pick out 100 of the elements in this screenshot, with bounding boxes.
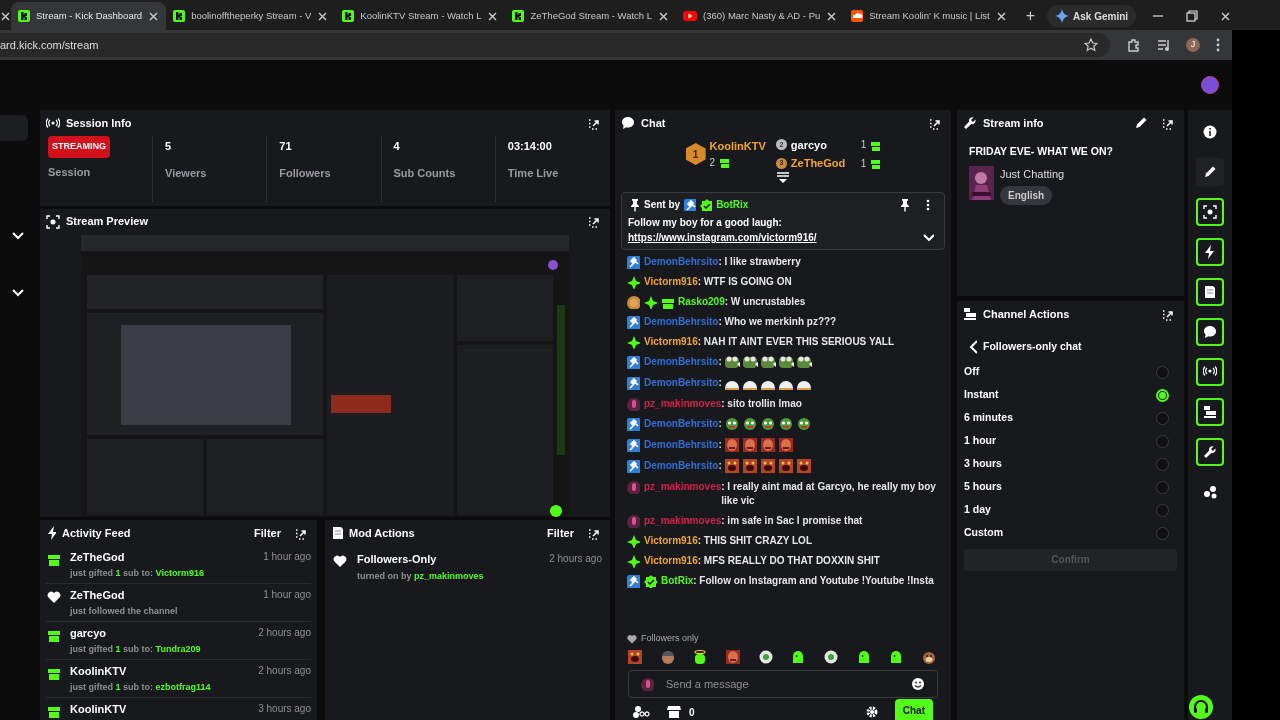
close-icon[interactable]	[1220, 10, 1232, 22]
radio-button[interactable]	[1156, 411, 1169, 425]
back-icon[interactable]	[969, 339, 977, 354]
stat-label: Time Live	[507, 165, 560, 181]
radio-button[interactable]	[1156, 457, 1169, 471]
radio-button[interactable]	[1156, 434, 1169, 448]
expand-icon[interactable]	[588, 215, 600, 229]
link[interactable]: https://www.instagram.com/victorm916/	[628, 230, 922, 245]
more-icon[interactable]	[926, 198, 930, 211]
option-label[interactable]: Instant	[964, 387, 999, 404]
radio-button[interactable]	[1156, 503, 1169, 517]
gift-count: 1	[860, 156, 867, 171]
restore-icon[interactable]	[1186, 10, 1199, 22]
rail-button[interactable]	[1196, 398, 1224, 426]
close-icon[interactable]	[148, 10, 160, 22]
moderator-badge-icon	[627, 356, 640, 369]
option-label[interactable]: 1 hour	[964, 433, 997, 450]
expand-icon[interactable]	[929, 116, 941, 130]
chat-username[interactable]: Victorm916	[644, 534, 698, 548]
edit-icon[interactable]	[1134, 116, 1148, 130]
star-icon[interactable]	[1084, 38, 1098, 52]
expand-icon[interactable]	[295, 526, 307, 540]
browser-tab[interactable]: boolinofftheperky Stream - V	[166, 2, 336, 30]
menu-icon[interactable]	[1216, 38, 1220, 52]
address-bar[interactable]: ard.kick.com/stream	[0, 33, 1110, 57]
browser-tab[interactable]: Stream - Kick Dashboard	[11, 2, 167, 30]
panel-title: Mod Actions	[349, 525, 415, 541]
rail-button[interactable]	[1196, 198, 1224, 226]
browser-tab[interactable]: Stream Koolin' K music | List	[844, 2, 1014, 30]
filter-button[interactable]: Filter	[547, 524, 574, 542]
close-icon[interactable]	[995, 10, 1007, 22]
browser-tab[interactable]: ZeTheGod Stream - Watch L	[505, 2, 677, 30]
sparkle-badge-icon	[627, 336, 640, 349]
queue-icon[interactable]	[1157, 38, 1170, 52]
chevron-down-icon[interactable]	[922, 231, 934, 241]
username[interactable]: BotRix	[716, 197, 749, 212]
new-tab-button[interactable]: +	[1025, 4, 1036, 28]
chevron-down-icon[interactable]	[11, 286, 25, 298]
category-link[interactable]: Just Chatting	[1000, 165, 1065, 183]
chat-username[interactable]: Victorm916	[644, 335, 698, 349]
expand-icon[interactable]	[588, 116, 600, 130]
store-icon[interactable]	[667, 705, 681, 719]
filter-button[interactable]: Filter	[254, 524, 281, 542]
username[interactable]: KoolinKTV	[70, 701, 127, 718]
close-icon[interactable]	[487, 10, 499, 22]
emote-icon[interactable]	[627, 649, 645, 667]
leaderboard-user[interactable]: ZeTheGod	[790, 155, 857, 172]
message-input[interactable]: Send a message	[628, 670, 938, 698]
profile-avatar[interactable]: J	[1186, 38, 1200, 52]
collapse-icon[interactable]	[776, 172, 790, 184]
browser-tab[interactable]: KoolinKTV Stream - Watch L	[335, 2, 506, 30]
rail-button[interactable]	[1196, 318, 1224, 346]
close-icon[interactable]	[317, 10, 329, 22]
moderator-badge-icon	[627, 575, 640, 588]
rail-button[interactable]	[1196, 438, 1224, 466]
close-icon[interactable]	[826, 10, 838, 22]
option-label[interactable]: Off	[964, 364, 980, 381]
chat-username[interactable]: Victorm916	[644, 554, 698, 568]
browser-tab[interactable]: (360) Marc Nasty & AD - Pu	[676, 2, 845, 30]
activity-detail: just gifted 1 sub to: ezbotfrag114	[70, 680, 212, 694]
rail-button[interactable]	[1196, 278, 1224, 306]
close-icon[interactable]	[0, 10, 11, 22]
expand-icon[interactable]	[1162, 307, 1174, 321]
username[interactable]: ZeTheGod	[70, 549, 125, 566]
radio-button[interactable]	[1156, 480, 1169, 494]
pin-icon	[628, 197, 640, 212]
send-button[interactable]: Chat	[894, 699, 933, 720]
option-label[interactable]: 6 minutes	[964, 410, 1013, 427]
username[interactable]: KoolinKTV	[70, 663, 127, 680]
rail-button[interactable]	[1196, 238, 1224, 266]
username[interactable]: garcyo	[70, 625, 107, 642]
chat-username[interactable]: Victorm916	[644, 275, 698, 289]
emoji-icon[interactable]	[911, 677, 925, 691]
timestamp: 1 hour ago	[263, 588, 311, 602]
headset-icon[interactable]	[1189, 695, 1213, 719]
username[interactable]: ZeTheGod	[70, 587, 125, 604]
pin-icon[interactable]	[898, 197, 910, 212]
leaderboard-user[interactable]: garcyo	[790, 136, 857, 153]
settings-icon[interactable]	[864, 705, 879, 719]
option-label[interactable]: 1 day	[964, 502, 991, 519]
option-label[interactable]: 3 hours	[964, 456, 1002, 473]
back-link[interactable]: Followers-only chat	[983, 339, 1082, 355]
radio-button[interactable]	[1156, 526, 1169, 540]
stat-label: Viewers	[165, 165, 208, 181]
emote-icon	[777, 437, 794, 453]
leaderboard-user[interactable]: KoolinKTV	[709, 138, 766, 155]
expand-icon[interactable]	[1162, 116, 1174, 130]
rail-button[interactable]	[1196, 358, 1224, 386]
puzzle-icon[interactable]	[1126, 37, 1141, 53]
expand-icon[interactable]	[588, 526, 600, 540]
radio-button[interactable]	[1156, 365, 1169, 379]
chevron-down-icon[interactable]	[11, 229, 25, 241]
rail-button[interactable]	[1196, 158, 1224, 186]
avatar-icon[interactable]	[1201, 76, 1219, 94]
close-icon[interactable]	[658, 10, 670, 22]
option-label[interactable]: Custom	[964, 525, 1004, 542]
chat-username[interactable]: Rasko209	[678, 295, 725, 309]
ask-gemini-button[interactable]: Ask Gemini	[1047, 5, 1137, 27]
option-label[interactable]: 5 hours	[964, 479, 1002, 496]
people-icon[interactable]	[633, 705, 651, 719]
